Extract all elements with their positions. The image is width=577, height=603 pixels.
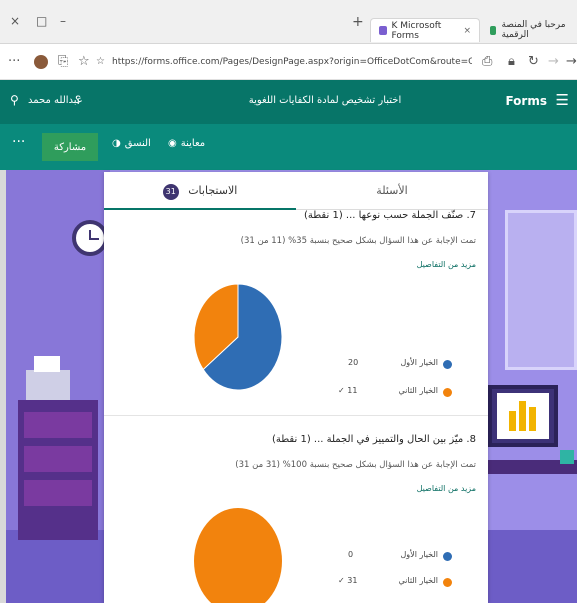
- palette-icon: ◑: [112, 138, 121, 149]
- more-details-link[interactable]: مزيد من التفاصيل: [417, 484, 476, 493]
- correct-rate-text: تمت الإجابة عن هذا السؤال بشكل صحيح بنسب…: [240, 236, 476, 246]
- legend-value: 20: [348, 358, 359, 367]
- pie-chart: [194, 508, 282, 603]
- divider: [104, 415, 488, 416]
- forms-brand-logo[interactable]: Forms: [505, 94, 547, 108]
- tab-questions[interactable]: الأسئلة: [296, 172, 488, 210]
- tab-label: مرحبا في المنصة الرقمية: [501, 20, 566, 40]
- address-bar: ··· ⎘ ☆ ☆ https://forms.office.com/Pages…: [0, 44, 577, 80]
- clock-icon: [72, 220, 108, 256]
- legend-value-correct: ✓ 11: [338, 386, 358, 395]
- browser-window: × □ – + K Microsoft Forms × مرحبا في الم…: [0, 0, 577, 603]
- lock-icon[interactable]: 🔒︎: [508, 54, 515, 70]
- response-count-badge: 31: [162, 184, 179, 200]
- user-icon[interactable]: ⚲: [10, 93, 19, 107]
- share-button[interactable]: مشاركة: [42, 133, 98, 161]
- legend-label: الخيار الأول: [400, 550, 438, 559]
- forward-arrow-icon[interactable]: →: [548, 54, 559, 70]
- more-details-link[interactable]: مزيد من التفاصيل: [417, 260, 476, 269]
- tab-microsoft-forms[interactable]: K Microsoft Forms ×: [370, 18, 480, 42]
- legend-row: الخيار الأول: [352, 550, 452, 564]
- tracking-protection-icon: ☆: [96, 56, 105, 67]
- results-tabs: 31 الاستجابات الأسئلة: [104, 172, 488, 210]
- pie-chart: [193, 283, 283, 391]
- profile-avatar[interactable]: [34, 55, 48, 69]
- pie-slices: [193, 283, 283, 391]
- app-launcher-icon[interactable]: ☰: [556, 91, 569, 109]
- question-result: 8. ميّز بين الحال والتمييز في الجملة ...…: [104, 434, 488, 603]
- bookmark-star-icon[interactable]: ☆: [78, 54, 90, 70]
- legend-dot-blue: [443, 552, 452, 561]
- legend-dot-orange: [443, 388, 452, 397]
- question-title: 7. صنّف الجملة حسب نوعها ... (1 نقطة): [303, 210, 476, 221]
- tab-digital-platform[interactable]: مرحبا في المنصة الرقمية: [482, 18, 577, 42]
- command-bar: ··· مشاركة ◑ النسق ◉ معاينة: [0, 124, 577, 170]
- legend-row: الخيار الثاني: [352, 386, 452, 400]
- pie-slice-2[interactable]: [194, 508, 282, 603]
- check-icon: ✓: [338, 386, 345, 395]
- legend-label: الخيار الثاني: [398, 576, 439, 585]
- tab-strip: × □ – + K Microsoft Forms × مرحبا في الم…: [0, 0, 577, 44]
- legend-value: 0: [348, 550, 354, 559]
- legend-dot-orange: [443, 578, 452, 587]
- menu-dots-icon[interactable]: ···: [8, 54, 20, 70]
- results-panel: 31 الاستجابات الأسئلة 7. صنّف الجملة حسب…: [104, 172, 488, 603]
- left-scroll-strip: [0, 170, 6, 603]
- legend-dot-blue: [443, 360, 452, 369]
- forms-header: ⚲ عبدالله محمد ؟ اختبار تشخيص لمادة الكف…: [0, 80, 577, 124]
- platform-favicon-icon: [490, 25, 497, 35]
- eye-icon: ◉: [168, 138, 177, 149]
- window-illustration: [505, 210, 577, 370]
- forms-favicon-icon: [379, 26, 387, 35]
- theme-label: النسق: [124, 138, 151, 149]
- legend-label: الخيار الثاني: [398, 386, 439, 395]
- back-arrow-icon[interactable]: →: [566, 54, 577, 70]
- more-options-icon[interactable]: ···: [12, 134, 25, 150]
- url-field[interactable]: https://forms.office.com/Pages/DesignPag…: [112, 53, 472, 71]
- close-window-icon[interactable]: ×: [10, 14, 20, 28]
- preview-button[interactable]: ◉ معاينة: [168, 138, 205, 149]
- question-result: 7. صنّف الجملة حسب نوعها ... (1 نقطة) تم…: [104, 210, 488, 415]
- form-title: اختبار تشخيص لمادة الكفايات اللغوية: [248, 95, 402, 106]
- reader-mode-icon[interactable]: ⎘: [58, 54, 68, 70]
- help-icon[interactable]: ؟: [75, 94, 81, 107]
- legend-value-correct: ✓ 31: [338, 576, 358, 585]
- tab-responses-label: الاستجابات: [188, 184, 238, 197]
- legend-row: الخيار الثاني: [352, 576, 452, 590]
- check-icon: ✓: [338, 576, 345, 585]
- legend-label: الخيار الأول: [400, 358, 438, 367]
- refresh-icon[interactable]: ↻: [528, 54, 539, 70]
- maximize-window-icon[interactable]: □: [36, 14, 47, 28]
- correct-rate-text: تمت الإجابة عن هذا السؤال بشكل صحيح بنسب…: [235, 460, 476, 470]
- question-title: 8. ميّز بين الحال والتمييز في الجملة ...…: [271, 434, 476, 445]
- pie-slices: [194, 508, 282, 603]
- page-info-icon[interactable]: ⎙: [482, 54, 492, 70]
- cabinet-illustration: [18, 400, 98, 540]
- close-tab-icon[interactable]: ×: [463, 26, 471, 36]
- monitor-chart-illustration: [488, 385, 558, 447]
- printer-illustration: [26, 356, 70, 400]
- new-tab-button[interactable]: +: [352, 14, 364, 30]
- legend-row: الخيار الأول: [352, 358, 452, 372]
- minimize-window-icon[interactable]: –: [60, 14, 66, 28]
- mug-illustration: [560, 450, 574, 464]
- tab-responses[interactable]: 31 الاستجابات: [104, 172, 296, 210]
- theme-button[interactable]: ◑ النسق: [112, 138, 151, 149]
- tab-label: K Microsoft Forms: [391, 20, 442, 41]
- preview-label: معاينة: [180, 138, 206, 149]
